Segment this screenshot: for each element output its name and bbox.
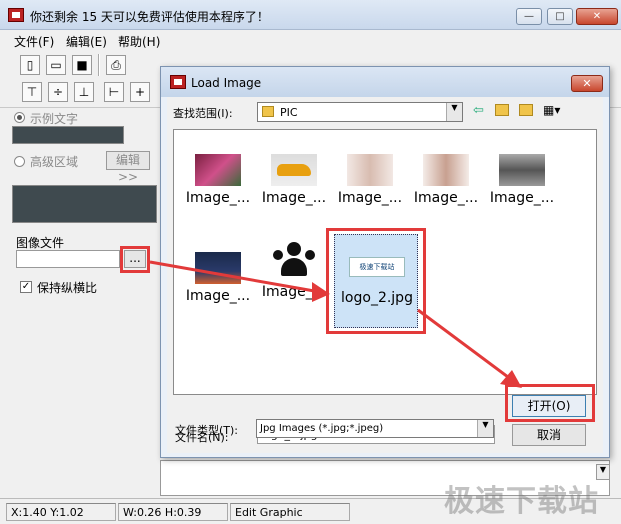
- arrow-head: [312, 282, 330, 302]
- status-mode: Edit Graphic: [230, 503, 350, 521]
- arrow-to-open: [417, 308, 513, 382]
- arrow-to-file: [149, 260, 321, 294]
- annotation-arrows: [149, 260, 522, 388]
- watermark: 极速下载站: [444, 484, 599, 519]
- status-wh: W:0.26 H:0.39: [118, 503, 228, 521]
- status-xy: X:1.40 Y:1.02: [6, 503, 116, 521]
